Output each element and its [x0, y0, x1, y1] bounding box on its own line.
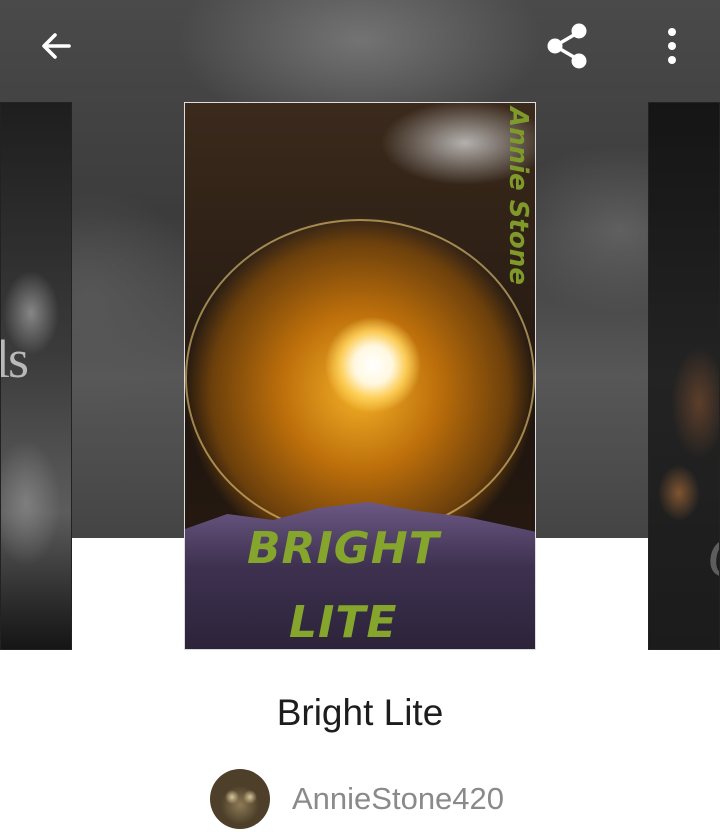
next-cover-text: C [707, 523, 719, 592]
author-avatar[interactable] [210, 769, 270, 829]
cover-orb-ring [185, 219, 535, 537]
top-app-bar [0, 0, 720, 90]
vertical-ellipsis-icon [668, 28, 676, 64]
cover-title-line1: BRIGHT [247, 523, 440, 574]
cover-author-text: Annie Stone [503, 107, 533, 285]
story-title: Bright Lite [276, 692, 444, 733]
story-cover[interactable]: Annie Stone BRIGHT LITE [184, 102, 536, 650]
author-link[interactable]: AnnieStone420 [210, 768, 504, 830]
more-options-button[interactable] [644, 18, 700, 74]
arrow-left-icon [42, 33, 71, 59]
back-button[interactable] [28, 18, 84, 74]
next-story-cover[interactable]: C [648, 102, 720, 650]
previous-story-cover[interactable]: ls [0, 102, 72, 650]
story-details-screen: ls Annie Stone BRIGHT LITE C Bright Lite… [0, 0, 720, 832]
share-button[interactable] [539, 18, 595, 74]
previous-cover-text: ls [1, 329, 29, 389]
cover-title-line2: LITE [289, 597, 398, 648]
author-username[interactable]: AnnieStone420 [292, 781, 504, 817]
share-icon [547, 23, 587, 69]
